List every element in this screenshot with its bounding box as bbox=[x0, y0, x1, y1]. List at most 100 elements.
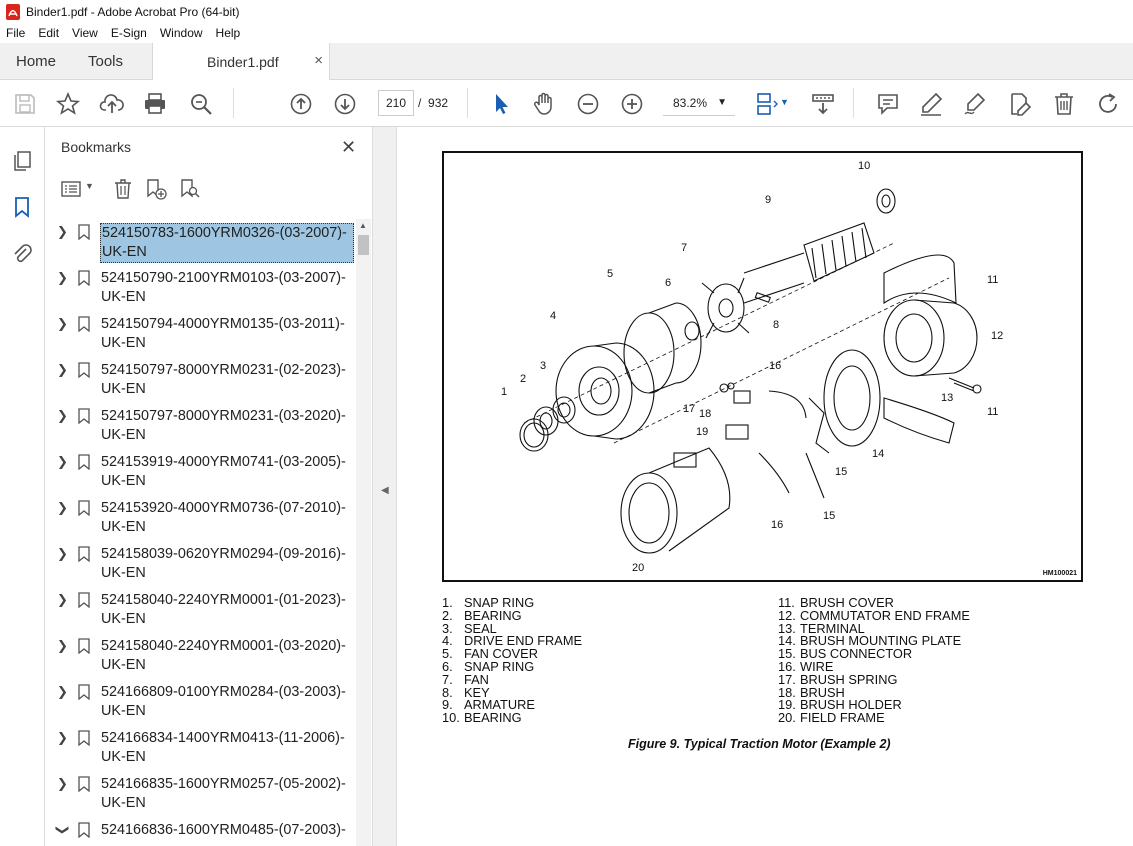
delete-bookmark-icon[interactable] bbox=[113, 178, 133, 200]
bookmark-item[interactable]: ❯ 524166835-1600YRM0257-(05-2002)-UK-EN bbox=[45, 771, 363, 817]
bookmark-item[interactable]: ❯ 524150794-4000YRM0135-(03-2011)-UK-EN bbox=[45, 311, 363, 357]
callout-18: 18 bbox=[699, 408, 711, 420]
tab-document[interactable]: Binder1.pdf × bbox=[152, 43, 330, 81]
bookmark-item[interactable]: ❯ 524166809-0100YRM0284-(03-2003)-UK-EN bbox=[45, 679, 363, 725]
star-icon[interactable] bbox=[55, 91, 81, 117]
rotate-redo-icon[interactable] bbox=[1095, 91, 1121, 117]
bookmark-flag-icon bbox=[78, 408, 90, 424]
chevron-down-icon[interactable]: ▼ bbox=[85, 181, 94, 191]
print-icon[interactable] bbox=[142, 91, 168, 117]
legend-left: 1. SNAP RING 2. BEARING 3. SEAL 4. DRIVE END… bbox=[442, 596, 582, 726]
chevron-right-icon[interactable]: ❯ bbox=[57, 684, 68, 700]
zoom-search-icon[interactable] bbox=[188, 91, 214, 117]
new-bookmark-icon[interactable] bbox=[145, 178, 167, 200]
window-title: Binder1.pdf - Adobe Acrobat Pro (64-bit) bbox=[26, 4, 240, 19]
chevron-right-icon[interactable]: ❯ bbox=[57, 270, 68, 286]
bookmark-flag-icon bbox=[78, 316, 90, 332]
bookmark-item[interactable]: ❯ 524150797-8000YRM0231-(03-2020)-UK-EN bbox=[45, 403, 363, 449]
bookmark-search-icon[interactable] bbox=[179, 178, 201, 200]
bookmark-label: 524166835-1600YRM0257-(05-2002)-UK-EN bbox=[101, 776, 346, 811]
chevron-right-icon[interactable]: ❯ bbox=[57, 224, 68, 240]
chevron-right-icon[interactable]: ❯ bbox=[57, 592, 68, 608]
document-view: 1 2 3 4 5 6 7 8 9 10 11 11 12 13 14 15 1… bbox=[397, 127, 1133, 846]
chevron-down-icon: ▼ bbox=[717, 97, 727, 108]
scroll-mode-icon[interactable] bbox=[810, 91, 836, 117]
toolbar-separator bbox=[467, 88, 468, 118]
menu-file[interactable]: File bbox=[6, 26, 25, 40]
chevron-right-icon[interactable]: ❯ bbox=[57, 730, 68, 746]
chevron-right-icon[interactable]: ❯ bbox=[57, 362, 68, 378]
chevron-right-icon[interactable]: ❯ bbox=[57, 546, 68, 562]
menu-bar: File Edit View E-Sign Window Help bbox=[0, 23, 1133, 43]
save-icon[interactable] bbox=[12, 91, 38, 117]
bookmark-item[interactable]: ❯ 524153920-4000YRM0736-(07-2010)-UK-EN bbox=[45, 495, 363, 541]
chevron-right-icon[interactable]: ❯ bbox=[57, 638, 68, 654]
bookmark-item[interactable]: ❯ 524166836-1600YRM0485-(07-2003)- bbox=[45, 817, 363, 846]
chevron-right-icon[interactable]: ❯ bbox=[57, 408, 68, 424]
panel-splitter[interactable]: ◀ bbox=[372, 127, 397, 846]
close-icon[interactable]: ✕ bbox=[341, 137, 356, 158]
bookmarks-title: Bookmarks bbox=[61, 139, 132, 155]
page-thumbnails-icon[interactable] bbox=[10, 149, 34, 173]
highlight-pen-icon[interactable] bbox=[918, 91, 944, 117]
zoom-level-select[interactable]: 83.2% ▼ bbox=[663, 90, 735, 116]
bookmark-item[interactable]: ❯ 524150797-8000YRM0231-(02-2023)-UK-EN bbox=[45, 357, 363, 403]
chevron-down-icon[interactable]: ❯ bbox=[54, 825, 70, 836]
chevron-right-icon[interactable]: ❯ bbox=[57, 500, 68, 516]
bookmark-label: 524158040-2240YRM0001-(01-2023)-UK-EN bbox=[101, 592, 346, 627]
tab-home[interactable]: Home bbox=[16, 43, 56, 80]
callout-8: 8 bbox=[773, 319, 779, 331]
upload-cloud-icon[interactable] bbox=[99, 91, 125, 117]
chevron-right-icon[interactable]: ❯ bbox=[57, 776, 68, 792]
bookmark-item[interactable]: ❯ 524166834-1400YRM0413-(11-2006)-UK-EN bbox=[45, 725, 363, 771]
sign-icon[interactable] bbox=[962, 91, 988, 117]
delete-icon[interactable] bbox=[1051, 91, 1077, 117]
legend-row: 10. BEARING bbox=[442, 710, 522, 726]
menu-window[interactable]: Window bbox=[160, 26, 203, 40]
menu-help[interactable]: Help bbox=[216, 26, 241, 40]
menu-esign[interactable]: E-Sign bbox=[111, 26, 147, 40]
bookmark-item[interactable]: ❯ 524158040-2240YRM0001-(01-2023)-UK-EN bbox=[45, 587, 363, 633]
hand-tool-icon[interactable] bbox=[531, 91, 557, 117]
zoom-in-icon[interactable] bbox=[619, 91, 645, 117]
bookmark-item[interactable]: ❯ 524150783-1600YRM0326-(03-2007)-UK-EN bbox=[45, 219, 363, 265]
bookmark-flag-icon bbox=[78, 684, 90, 700]
menu-view[interactable]: View bbox=[72, 26, 98, 40]
bookmark-item[interactable]: ❯ 524158039-0620YRM0294-(09-2016)-UK-EN bbox=[45, 541, 363, 587]
bookmark-item[interactable]: ❯ 524153919-4000YRM0741-(03-2005)-UK-EN bbox=[45, 449, 363, 495]
figure-frame: 1 2 3 4 5 6 7 8 9 10 11 11 12 13 14 15 1… bbox=[442, 151, 1083, 582]
zoom-out-icon[interactable] bbox=[575, 91, 601, 117]
chevron-right-icon[interactable]: ❯ bbox=[57, 454, 68, 470]
menu-edit[interactable]: Edit bbox=[38, 26, 59, 40]
bookmark-label: 524166834-1400YRM0413-(11-2006)-UK-EN bbox=[101, 730, 345, 765]
next-page-icon[interactable] bbox=[332, 91, 358, 117]
bookmark-item[interactable]: ❯ 524150790-2100YRM0103-(03-2007)-UK-EN bbox=[45, 265, 363, 311]
callout-17: 17 bbox=[683, 403, 695, 415]
chevron-right-icon[interactable]: ❯ bbox=[57, 316, 68, 332]
options-list-icon[interactable] bbox=[61, 180, 81, 198]
scroll-up-icon[interactable]: ▲ bbox=[359, 221, 367, 230]
callout-14: 14 bbox=[872, 448, 884, 460]
previous-page-icon[interactable] bbox=[288, 91, 314, 117]
page-number-input[interactable]: 210 bbox=[378, 90, 414, 116]
chevron-down-icon[interactable]: ▼ bbox=[780, 97, 789, 107]
edit-pdf-icon[interactable] bbox=[1006, 91, 1032, 117]
close-tab-icon[interactable]: × bbox=[314, 52, 323, 69]
callout-3: 3 bbox=[540, 360, 546, 372]
scrollbar-thumb[interactable] bbox=[358, 235, 369, 255]
bookmark-item[interactable]: ❯ 524158040-2240YRM0001-(03-2020)-UK-EN bbox=[45, 633, 363, 679]
bookmark-label: 524158039-0620YRM0294-(09-2016)-UK-EN bbox=[101, 546, 346, 581]
attachment-icon[interactable] bbox=[10, 241, 34, 265]
bookmark-flag-icon bbox=[78, 592, 90, 608]
bookmark-flag-icon bbox=[78, 224, 90, 240]
tab-tools[interactable]: Tools bbox=[88, 43, 123, 80]
select-cursor-icon[interactable] bbox=[488, 91, 514, 117]
collapse-panel-icon[interactable]: ◀ bbox=[381, 485, 389, 496]
page-fit-icon[interactable] bbox=[753, 91, 779, 117]
bookmarks-scrollbar[interactable]: ▲ bbox=[356, 219, 371, 846]
callout-6: 6 bbox=[665, 277, 671, 289]
comment-icon[interactable] bbox=[875, 91, 901, 117]
callout-10: 10 bbox=[858, 160, 870, 172]
bookmark-icon[interactable] bbox=[10, 195, 34, 219]
bookmark-label: 524150783-1600YRM0326-(03-2007)-UK-EN bbox=[100, 223, 354, 263]
